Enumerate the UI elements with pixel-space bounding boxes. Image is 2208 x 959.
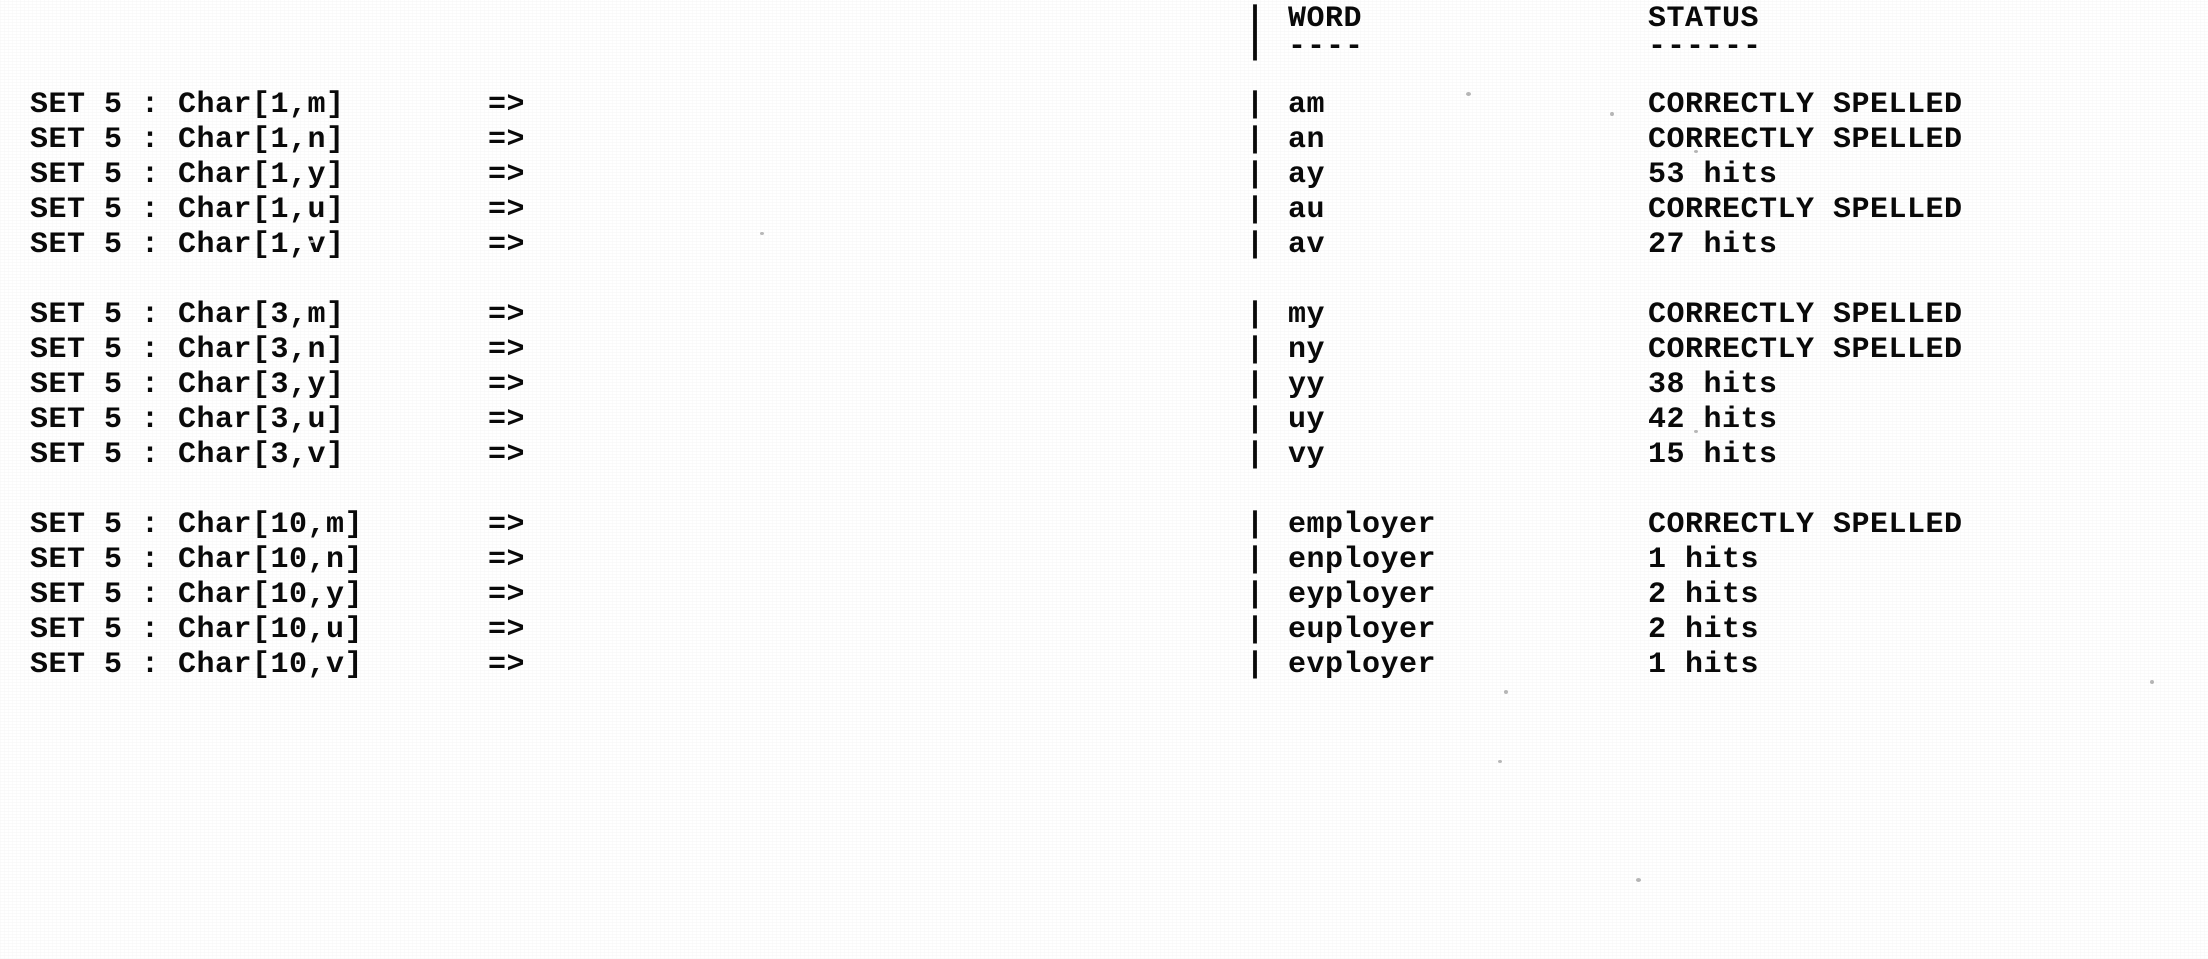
table-row: SET 5 : Char[1,m] => | am CORRECTLY SPELLED [0,88,2208,123]
output-listing: | WORD STATUS | ---- ------ SET 5 : Char… [0,0,2208,959]
row-arrow-cell: => [488,578,526,612]
table-row: SET 5 : Char[1,v] => | av 27 hits [0,228,2208,263]
row-arrow-cell: => [488,648,526,682]
row-left-cell: SET 5 : Char[3,y] [30,368,345,402]
table-row: SET 5 : Char[3,u] => | uy 42 hits [0,403,2208,438]
table-row: SET 5 : Char[3,y] => | yy 38 hits [0,368,2208,403]
row-word-cell: av [1288,228,1326,262]
row-status-cell: 42 hits [1648,403,1778,437]
row-arrow-cell: => [488,368,526,402]
row-arrow-cell: => [488,333,526,367]
row-pipe-cell: | [1246,543,1265,577]
row-word-cell: vy [1288,438,1326,472]
row-word-cell: euployer [1288,613,1437,647]
row-arrow-cell: => [488,298,526,332]
row-word-cell: evployer [1288,648,1437,682]
row-pipe-cell: | [1246,578,1265,612]
row-word-cell: yy [1288,368,1326,402]
row-pipe-cell: | [1246,648,1265,682]
row-left-cell: SET 5 : Char[1,m] [30,88,345,122]
row-pipe-cell: | [1246,158,1265,192]
row-status-cell: 53 hits [1648,158,1778,192]
table-row: SET 5 : Char[10,n] => | enployer 1 hits [0,543,2208,578]
row-pipe-cell: | [1246,193,1265,227]
row-left-cell: SET 5 : Char[10,v] [30,648,364,682]
row-left-cell: SET 5 : Char[10,n] [30,543,364,577]
row-status-cell: 1 hits [1648,648,1760,682]
row-pipe-cell: | [1246,298,1265,332]
row-status-cell: 2 hits [1648,578,1760,612]
row-word-cell: enployer [1288,543,1437,577]
row-status-cell: CORRECTLY SPELLED [1648,333,1963,367]
table-row: SET 5 : Char[3,n] => | ny CORRECTLY SPELLED [0,333,2208,368]
row-left-cell: SET 5 : Char[1,y] [30,158,345,192]
row-word-cell: my [1288,298,1326,332]
table-row: SET 5 : Char[10,v] => | evployer 1 hits [0,648,2208,683]
table-row: SET 5 : Char[1,y] => | ay 53 hits [0,158,2208,193]
row-left-cell: SET 5 : Char[10,m] [30,508,364,542]
row-status-cell: CORRECTLY SPELLED [1648,298,1963,332]
row-pipe-cell: | [1246,613,1265,647]
row-status-cell: CORRECTLY SPELLED [1648,123,1963,157]
row-word-cell: ny [1288,333,1326,367]
table-row: SET 5 : Char[3,m] => | my CORRECTLY SPELLED [0,298,2208,333]
row-status-cell: CORRECTLY SPELLED [1648,508,1963,542]
row-pipe-cell: | [1246,438,1265,472]
table-row: SET 5 : Char[10,m] => | employer CORRECTLY S… [0,508,2208,543]
row-arrow-cell: => [488,438,526,472]
row-word-cell: employer [1288,508,1437,542]
row-arrow-cell: => [488,403,526,437]
word-column-underline: ---- [1288,30,1365,64]
row-left-cell: SET 5 : Char[1,n] [30,123,345,157]
row-word-cell: eyployer [1288,578,1437,612]
row-arrow-cell: => [488,193,526,227]
table-header-underline-row: | ---- ------ [0,30,2208,65]
row-arrow-cell: => [488,613,526,647]
row-pipe-cell: | [1246,88,1265,122]
row-status-cell: CORRECTLY SPELLED [1648,88,1963,122]
row-word-cell: uy [1288,403,1326,437]
row-word-cell: ay [1288,158,1326,192]
row-left-cell: SET 5 : Char[1,u] [30,193,345,227]
row-status-cell: 38 hits [1648,368,1778,402]
row-arrow-cell: => [488,508,526,542]
table-row: SET 5 : Char[1,n] => | an CORRECTLY SPELLED [0,123,2208,158]
row-arrow-cell: => [488,158,526,192]
row-status-cell: 27 hits [1648,228,1778,262]
row-word-cell: am [1288,88,1326,122]
status-column-underline: ------ [1648,30,1763,64]
row-pipe-cell: | [1246,368,1265,402]
row-left-cell: SET 5 : Char[10,y] [30,578,364,612]
table-row: SET 5 : Char[10,u] => | euployer 2 hits [0,613,2208,648]
row-arrow-cell: => [488,543,526,577]
row-pipe-cell: | [1246,228,1265,262]
row-left-cell: SET 5 : Char[3,v] [30,438,345,472]
row-left-cell: SET 5 : Char[3,u] [30,403,345,437]
column-separator-pipe: | [1246,30,1265,64]
row-arrow-cell: => [488,123,526,157]
row-pipe-cell: | [1246,333,1265,367]
row-left-cell: SET 5 : Char[3,m] [30,298,345,332]
row-status-cell: 2 hits [1648,613,1760,647]
row-word-cell: an [1288,123,1326,157]
row-pipe-cell: | [1246,508,1265,542]
row-status-cell: 1 hits [1648,543,1760,577]
row-word-cell: au [1288,193,1326,227]
row-arrow-cell: => [488,228,526,262]
row-arrow-cell: => [488,88,526,122]
row-left-cell: SET 5 : Char[10,u] [30,613,364,647]
row-left-cell: SET 5 : Char[1,v] [30,228,345,262]
table-row: SET 5 : Char[3,v] => | vy 15 hits [0,438,2208,473]
row-pipe-cell: | [1246,123,1265,157]
row-left-cell: SET 5 : Char[3,n] [30,333,345,367]
row-status-cell: CORRECTLY SPELLED [1648,193,1963,227]
row-pipe-cell: | [1246,403,1265,437]
row-status-cell: 15 hits [1648,438,1778,472]
document-page: | WORD STATUS | ---- ------ SET 5 : Char… [0,0,2208,959]
table-row: SET 5 : Char[10,y] => | eyployer 2 hits [0,578,2208,613]
table-row: SET 5 : Char[1,u] => | au CORRECTLY SPELLED [0,193,2208,228]
